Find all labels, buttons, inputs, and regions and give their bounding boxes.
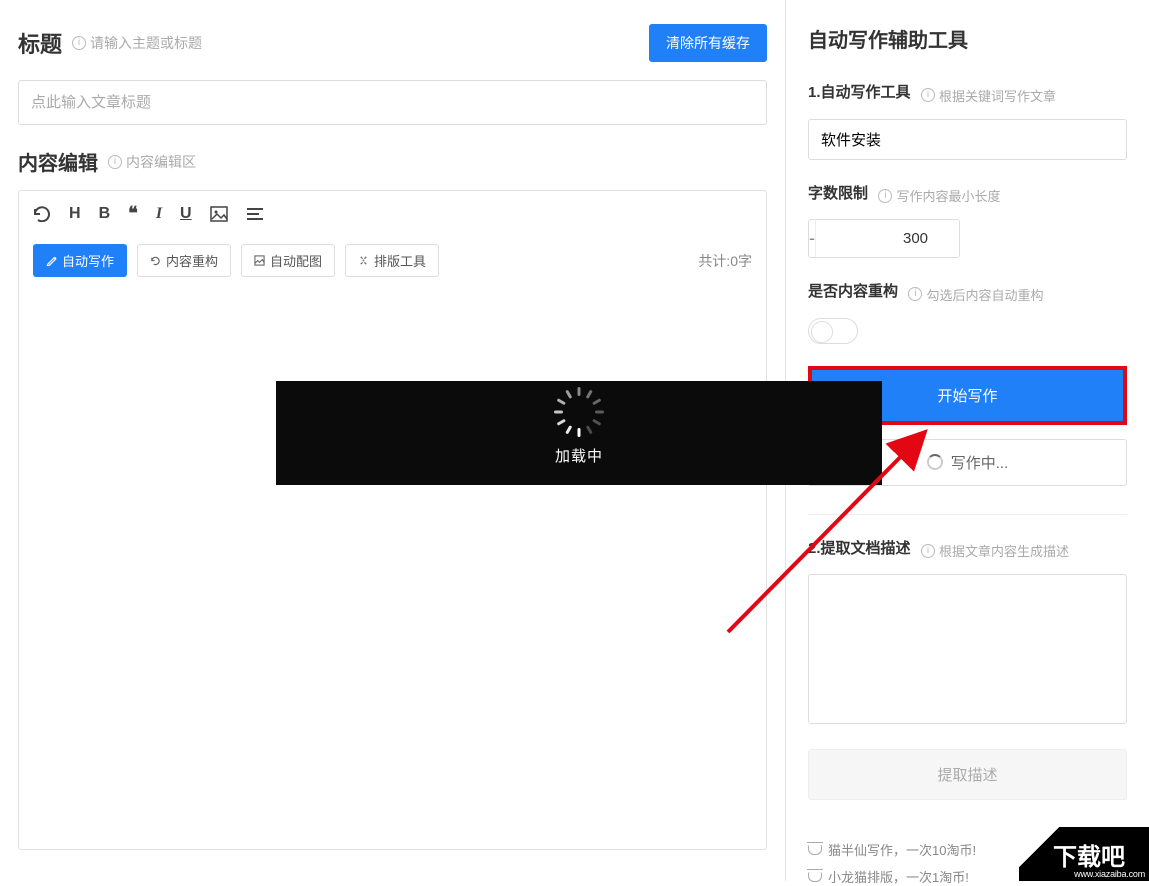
quote-icon[interactable]: ❝: [128, 203, 138, 224]
title-hint: i 请输入主题或标题: [72, 33, 202, 53]
article-title-input[interactable]: [18, 80, 767, 125]
italic-icon[interactable]: I: [156, 205, 162, 223]
stepper-minus-button[interactable]: -: [809, 220, 816, 257]
extract-desc-button[interactable]: 提取描述: [808, 749, 1127, 800]
section-word-limit: 字数限制 i 写作内容最小长度 - +: [808, 182, 1127, 259]
format-toolbar: H B ❝ I U: [19, 191, 766, 236]
sidebar-heading: 自动写作辅助工具: [808, 24, 1127, 53]
rebuild-toggle[interactable]: [808, 318, 858, 344]
info-icon: i: [878, 189, 892, 203]
bowl-icon: [808, 872, 822, 882]
title-section: 标题 i 请输入主题或标题 清除所有缓存: [18, 24, 767, 62]
keyword-input[interactable]: [808, 119, 1127, 160]
section-extract-desc: 2.提取文档描述 i 根据文章内容生成描述 提取描述: [808, 537, 1127, 801]
auto-image-button[interactable]: 自动配图: [241, 244, 335, 277]
undo-icon[interactable]: [33, 206, 51, 222]
word-limit-stepper: - +: [808, 219, 960, 258]
info-icon: i: [72, 36, 86, 50]
section-auto-write-tool: 1.自动写作工具 i 根据关键词写作文章: [808, 81, 1127, 160]
action-toolbar: 自动写作 内容重构 自动配图 排版工具 共计:0字: [19, 236, 766, 289]
bowl-icon: [808, 845, 822, 855]
editor-content[interactable]: [19, 289, 766, 849]
word-limit-input[interactable]: [816, 220, 960, 257]
bold-icon[interactable]: B: [99, 205, 111, 223]
editor: H B ❝ I U 自动写作 内容重构: [18, 190, 767, 850]
content-section-label: 内容编辑 i 内容编辑区: [18, 147, 767, 176]
layout-tool-button[interactable]: 排版工具: [345, 244, 439, 277]
info-icon: i: [108, 155, 122, 169]
loading-text: 加载中: [555, 445, 603, 466]
image-icon[interactable]: [210, 206, 228, 222]
word-count: 共计:0字: [698, 251, 752, 271]
heading-icon[interactable]: H: [69, 205, 81, 223]
spinner-icon: [562, 401, 596, 435]
clear-cache-button[interactable]: 清除所有缓存: [649, 24, 767, 62]
content-rebuild-button[interactable]: 内容重构: [137, 244, 231, 277]
info-icon: i: [921, 544, 935, 558]
underline-icon[interactable]: U: [180, 205, 192, 223]
align-icon[interactable]: [246, 207, 264, 221]
title-label: 标题: [18, 27, 62, 59]
info-icon: i: [908, 287, 922, 301]
loading-overlay: 加载中: [276, 381, 882, 485]
description-textarea[interactable]: [808, 574, 1127, 724]
auto-write-button[interactable]: 自动写作: [33, 244, 127, 277]
section-rebuild-toggle: 是否内容重构 i 勾选后内容自动重构: [808, 280, 1127, 344]
divider: [808, 514, 1127, 515]
loading-spinner-icon: [927, 454, 943, 470]
watermark: 下载吧 www.xiazaiba.com: [1019, 827, 1149, 881]
info-icon: i: [921, 88, 935, 102]
